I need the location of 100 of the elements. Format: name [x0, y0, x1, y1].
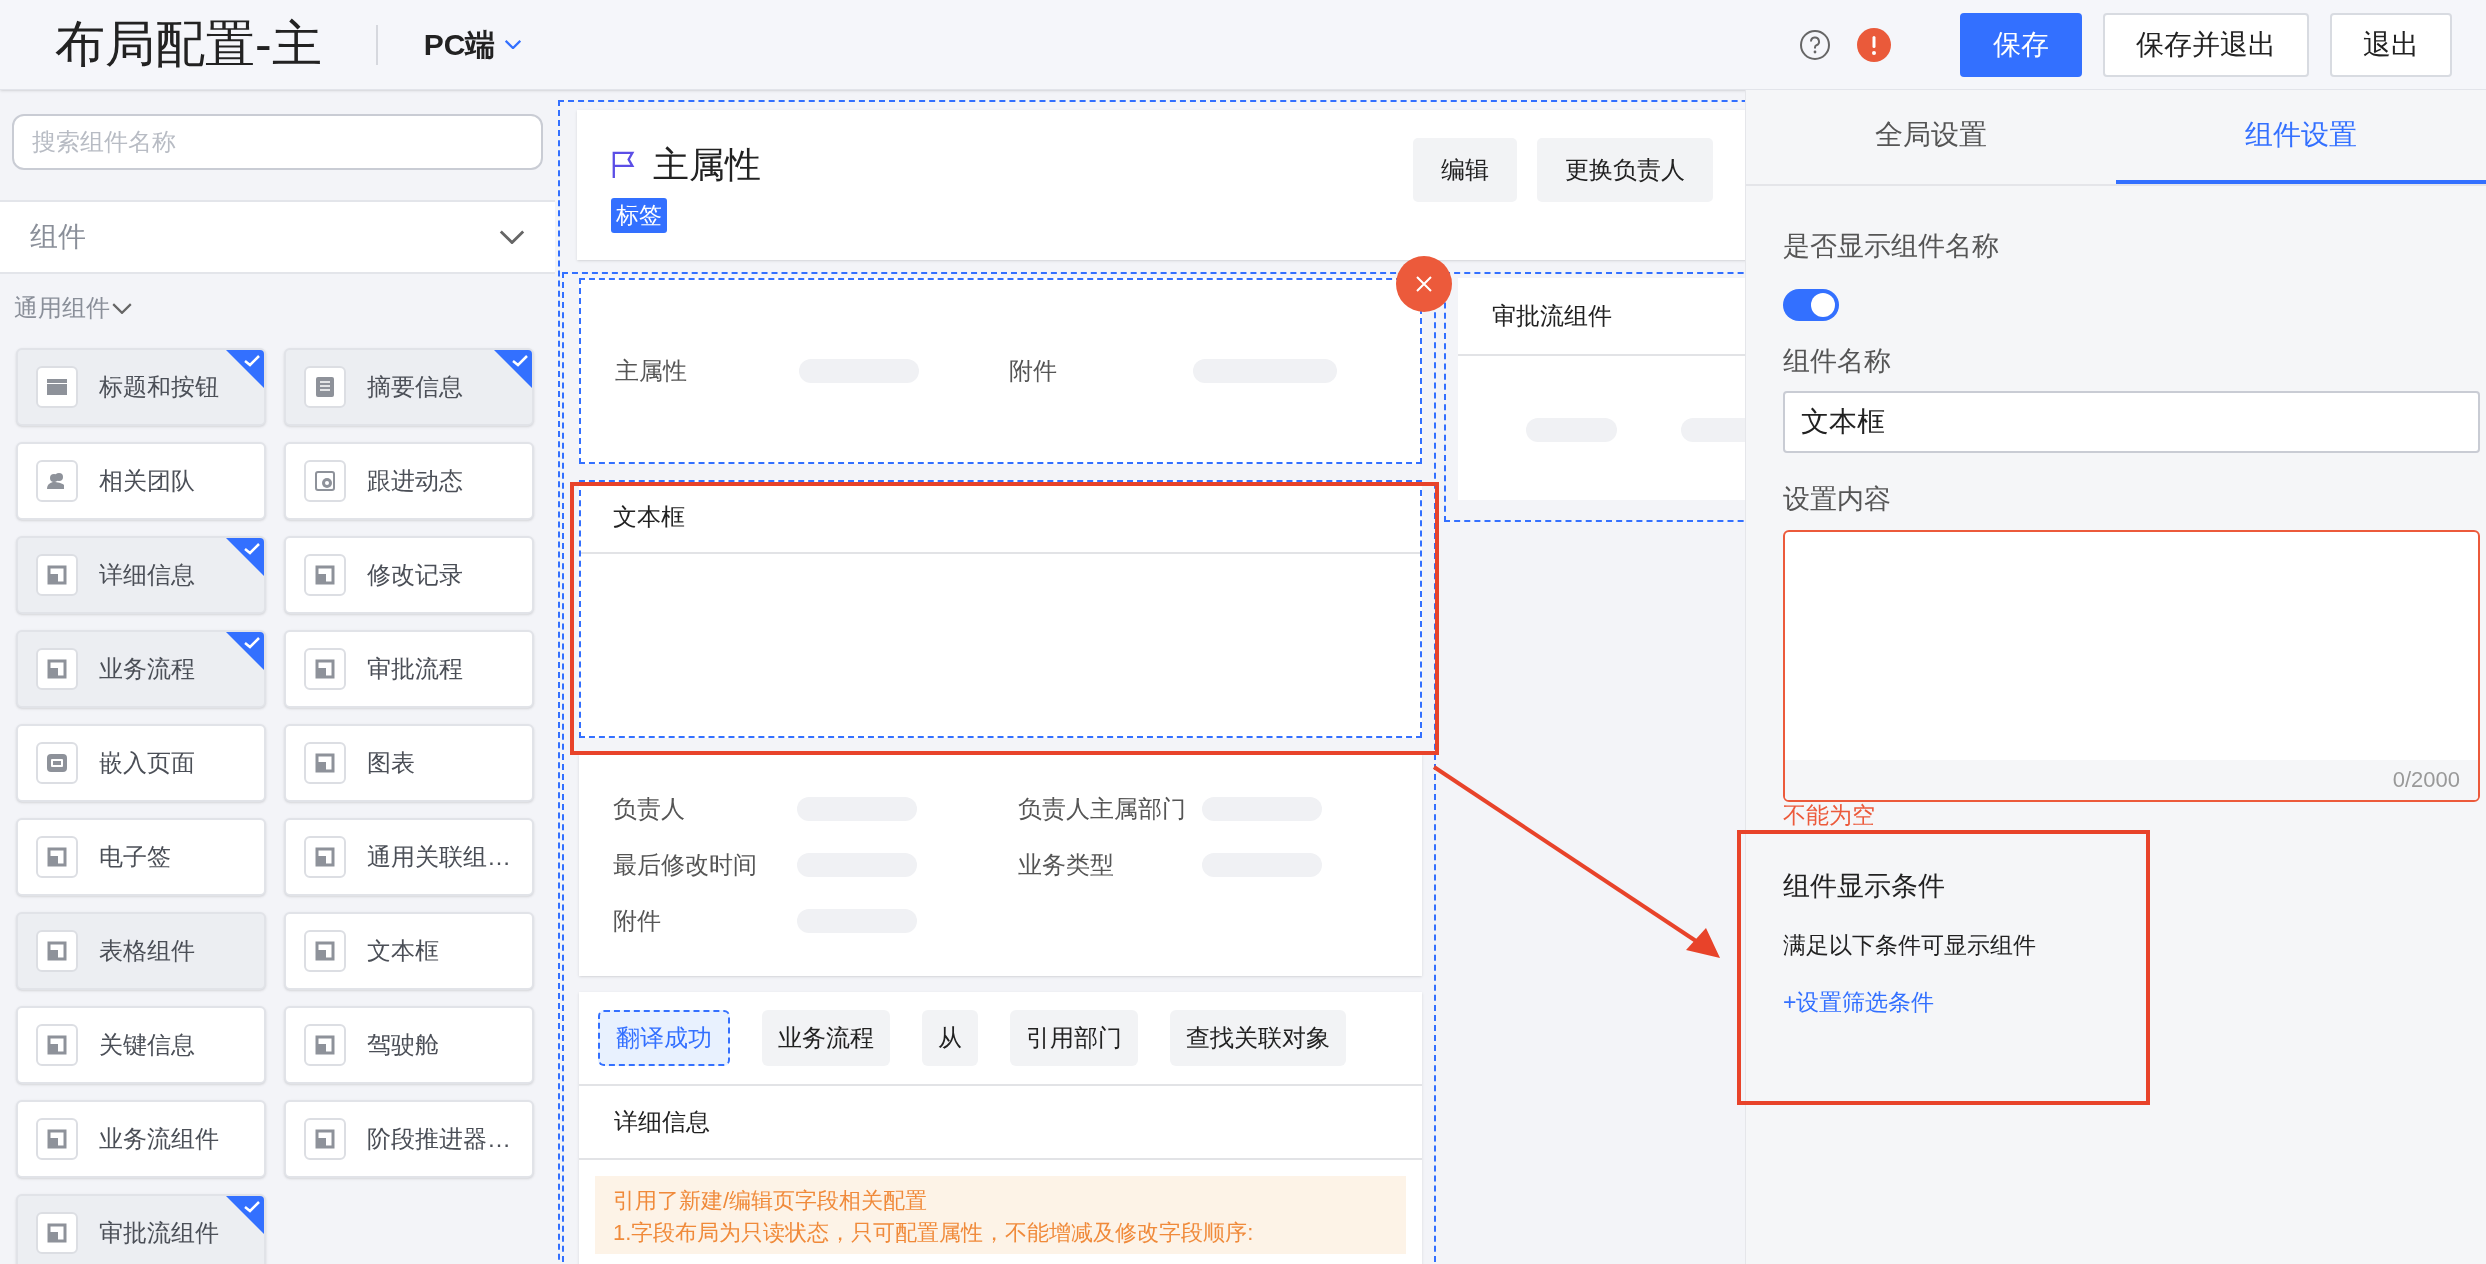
component-label: 修改记录: [367, 560, 463, 590]
check-corner-icon: [226, 350, 264, 388]
component-card[interactable]: 修改记录: [284, 536, 534, 614]
card-button[interactable]: 更换负责人: [1537, 138, 1713, 202]
platform-dropdown[interactable]: PC端: [423, 22, 522, 67]
component-card[interactable]: 通用关联组…: [284, 818, 534, 896]
component-label: 审批流组件: [99, 1218, 219, 1248]
filter-link[interactable]: +设置筛选条件: [1783, 984, 1935, 1019]
character-counter: 0/2000: [2392, 766, 2460, 794]
field-label: 最后修改时间: [613, 850, 758, 880]
component-label: 阶段推进器…: [367, 1124, 511, 1154]
component-label: 详细信息: [99, 560, 195, 590]
component-icon: [304, 1024, 346, 1066]
component-label: 相关团队: [99, 466, 195, 496]
settings-tab[interactable]: 组件设置: [2116, 90, 2486, 184]
component-icon: [36, 648, 78, 690]
card-title: 文本框: [613, 502, 685, 532]
field-label: 负责人: [613, 794, 686, 824]
chevron-down-icon: [505, 40, 522, 49]
component-label: 跟进动态: [367, 466, 463, 496]
component-icon: [36, 1118, 78, 1160]
component-label: 摘要信息: [367, 372, 463, 402]
component-label: 图表: [367, 748, 415, 778]
component-card[interactable]: 图表: [284, 724, 534, 802]
component-icon: [304, 836, 346, 878]
component-card[interactable]: 标题和按钮: [16, 348, 266, 426]
toolbar-button[interactable]: 保存并退出: [2103, 12, 2309, 77]
component-icon: [36, 836, 78, 878]
component-icon: [304, 554, 346, 596]
component-label: 业务流组件: [99, 1124, 219, 1154]
check-corner-icon: [226, 632, 264, 670]
component-card[interactable]: 审批流程: [284, 630, 534, 708]
component-label: 电子签: [99, 842, 171, 872]
error-text: 不能为空: [1783, 801, 1876, 828]
setting-label: 组件名称: [1783, 344, 1892, 378]
component-icon: [304, 648, 346, 690]
close-icon: [1414, 274, 1434, 294]
component-label: 标题和按钮: [99, 372, 219, 402]
component-icon: [36, 460, 78, 502]
notice-text: 1.字段布局为只读状态，只可配置属性，不能增减及修改字段顺序:: [613, 1219, 1255, 1247]
card-button[interactable]: 编辑: [1413, 138, 1517, 202]
toolbar-button[interactable]: 保存: [1960, 12, 2082, 77]
component-label: 通用关联组…: [367, 842, 511, 872]
tab[interactable]: 从: [922, 1010, 978, 1066]
search-field[interactable]: 搜索组件名称: [12, 114, 543, 170]
toggle-switch[interactable]: [1783, 288, 1839, 321]
field-label: 负责人主属部门: [1017, 794, 1187, 824]
component-icon: [304, 366, 346, 408]
component-icon: [36, 554, 78, 596]
setting-label: 是否显示组件名称: [1783, 230, 2000, 263]
component-icon: [36, 1024, 78, 1066]
component-icon: [36, 742, 78, 784]
component-label: 表格组件: [99, 936, 195, 966]
component-icon: [36, 930, 78, 972]
notice-text: 引用了新建/编辑页字段相关配置: [613, 1187, 929, 1215]
close-button[interactable]: [1396, 256, 1452, 312]
component-label: 业务流程: [99, 654, 195, 684]
alert-icon: [1857, 27, 1891, 62]
chevron-down-icon: [499, 230, 525, 244]
component-icon: [36, 1212, 78, 1254]
component-card[interactable]: 详细信息: [16, 536, 266, 614]
component-card[interactable]: 业务流组件: [16, 1100, 266, 1178]
component-card[interactable]: 电子签: [16, 818, 266, 896]
component-icon: [304, 742, 346, 784]
component-card[interactable]: 相关团队: [16, 442, 266, 520]
tab[interactable]: 业务流程: [762, 1010, 890, 1066]
chevron-down-icon: [112, 302, 132, 314]
component-card[interactable]: 嵌入页面: [16, 724, 266, 802]
component-icon: [304, 460, 346, 502]
component-icon: [304, 1118, 346, 1160]
component-card[interactable]: 文本框: [284, 912, 534, 990]
component-card[interactable]: 阶段推进器…: [284, 1100, 534, 1178]
component-icon: [36, 366, 78, 408]
tab[interactable]: 查找关联对象: [1170, 1010, 1346, 1066]
component-label: 文本框: [367, 936, 439, 966]
field-label: 主属性: [615, 356, 688, 386]
component-label: 驾驶舱: [367, 1030, 439, 1060]
component-card[interactable]: 关键信息: [16, 1006, 266, 1084]
setting-label: 设置内容: [1783, 483, 1892, 516]
help-icon: [1799, 28, 1831, 61]
component-label: 关键信息: [99, 1030, 195, 1060]
field-label: 业务类型: [1017, 850, 1115, 880]
component-icon: [304, 930, 346, 972]
check-corner-icon: [494, 350, 532, 388]
component-card[interactable]: 业务流程: [16, 630, 266, 708]
toolbar-button[interactable]: 退出: [2330, 12, 2452, 77]
component-card[interactable]: 审批流组件: [16, 1194, 266, 1264]
check-corner-icon: [226, 538, 264, 576]
component-card[interactable]: 跟进动态: [284, 442, 534, 520]
name-input[interactable]: 文本框: [1783, 391, 2480, 453]
section-title: 组件显示条件: [1783, 869, 1946, 903]
tab[interactable]: 引用部门: [1010, 1010, 1138, 1066]
settings-tab[interactable]: 全局设置: [1746, 90, 2116, 184]
component-card[interactable]: 摘要信息: [284, 348, 534, 426]
component-card[interactable]: 驾驶舱: [284, 1006, 534, 1084]
card-title: 主属性: [653, 143, 761, 187]
check-corner-icon: [226, 1196, 264, 1234]
tab[interactable]: 翻译成功: [598, 1010, 730, 1066]
flag-icon: [611, 150, 637, 180]
component-label: 嵌入页面: [99, 748, 195, 778]
